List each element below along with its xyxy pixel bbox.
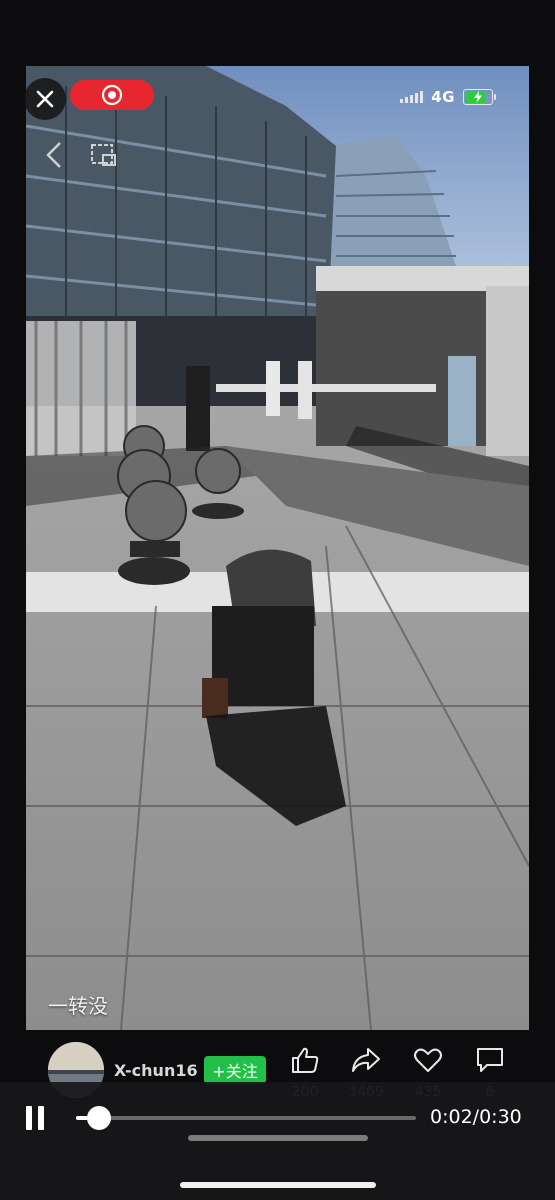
signal-icon xyxy=(400,91,424,103)
progress-track[interactable] xyxy=(76,1116,416,1120)
heart-icon xyxy=(414,1048,442,1072)
home-indicator[interactable] xyxy=(180,1182,376,1188)
network-label: 4G xyxy=(431,88,455,106)
video-scene xyxy=(26,66,529,1030)
video-frame[interactable] xyxy=(26,66,529,1030)
time-duration: 0:30 xyxy=(479,1106,522,1128)
picture-in-picture-icon[interactable] xyxy=(90,142,118,168)
back-chevron-icon[interactable] xyxy=(44,140,64,170)
charging-bolt-icon xyxy=(474,91,482,103)
sheet-handle[interactable] xyxy=(188,1135,368,1141)
share-icon xyxy=(352,1048,380,1072)
battery-icon xyxy=(463,89,496,105)
status-bar: 4G xyxy=(400,88,496,106)
video-caption: 一转没 xyxy=(48,994,108,1018)
author-username[interactable]: X-chun16 xyxy=(114,1061,198,1080)
thumbs-up-icon xyxy=(292,1047,319,1073)
progress-knob[interactable] xyxy=(86,1106,111,1130)
close-button[interactable] xyxy=(24,78,66,120)
follow-button[interactable]: +关注 xyxy=(204,1056,266,1084)
time-current: 0:02 xyxy=(430,1106,473,1128)
time-display: 0:02/0:30 xyxy=(430,1106,522,1128)
pause-button[interactable] xyxy=(24,1106,46,1130)
pause-icon xyxy=(26,1106,32,1130)
record-indicator[interactable] xyxy=(70,80,154,110)
comment-icon xyxy=(477,1048,503,1072)
record-icon xyxy=(101,84,123,106)
close-icon xyxy=(36,90,54,108)
